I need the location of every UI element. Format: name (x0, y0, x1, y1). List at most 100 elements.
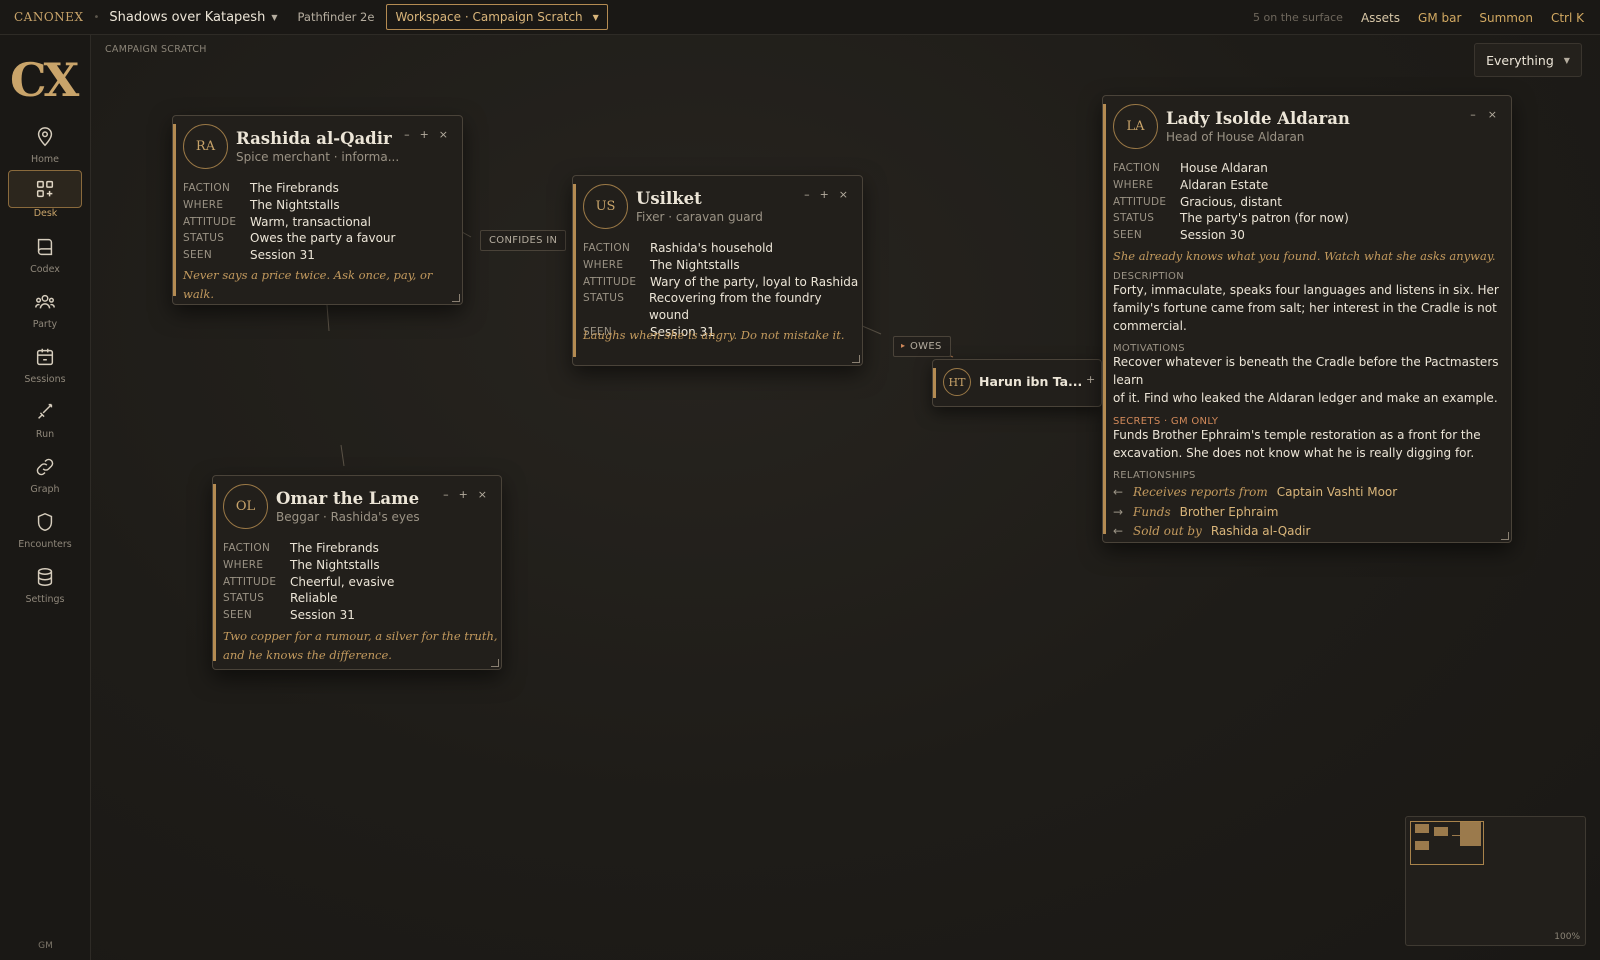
card-controls: – × (1470, 108, 1497, 121)
minimap[interactable]: 100% (1405, 816, 1586, 946)
card-title-block: Usilket Fixer · caravan guard (636, 189, 763, 224)
relationship-link[interactable]: Rashida al-Qadir (1211, 523, 1311, 540)
field-row: WHERE Aldaran Estate (1113, 177, 1269, 192)
field-row: ATTITUDE Gracious, distant (1113, 194, 1282, 209)
expand-button[interactable]: + (1086, 373, 1095, 386)
card-fields: FACTION The Firebrands WHERE The Nightstal… (223, 540, 394, 624)
edge-label-owes[interactable]: ▸ OWES (893, 336, 951, 357)
gm-bar-link[interactable]: GM bar (1418, 11, 1461, 25)
relationship-row[interactable]: ← Receives reports from Captain Vashti M… (1113, 484, 1501, 501)
sidebar-item-label: Codex (30, 263, 60, 275)
desk-canvas[interactable]: CAMPAIGN SCRATCH Everything ▼ CONFIDES I… (91, 35, 1600, 960)
field-row: FACTION House Aldaran (1113, 161, 1268, 175)
assets-link[interactable]: Assets (1361, 11, 1400, 25)
sidebar-item-party[interactable]: Party (8, 285, 82, 335)
sidebar-item-label: Settings (25, 593, 65, 605)
resize-handle[interactable] (452, 294, 460, 302)
field-row: STATUS The party's patron (for now) (1113, 211, 1349, 226)
avatar: US (583, 184, 628, 229)
card-body: FACTION House Aldaran WHERE Aldaran Estate… (1113, 160, 1501, 540)
sidebar-item-codex[interactable]: Codex (8, 230, 82, 280)
sidebar-item-sessions[interactable]: Sessions (8, 340, 82, 390)
close-button[interactable]: × (1488, 108, 1497, 121)
brand-logo[interactable]: CANONEX (14, 10, 84, 24)
arrow-left-icon: ← (1113, 524, 1124, 539)
field-row: STATUS Recovering from the foundry wound (583, 291, 822, 323)
card-title-block: Lady Isolde Aldaran Head of House Aldara… (1166, 109, 1350, 144)
card-name: Harun ibn Ta... (979, 374, 1083, 389)
command-shortcut[interactable]: Ctrl K (1551, 11, 1584, 25)
field-row: ATTITUDE Warm, transactional (183, 214, 371, 229)
summon-link[interactable]: Summon (1479, 11, 1533, 25)
book-icon (37, 238, 53, 255)
field-row: STATUS Reliable (223, 591, 338, 606)
minimize-button[interactable]: – (443, 488, 449, 501)
secrets-label: SECRETS · GM ONLY (1113, 415, 1219, 427)
expand-button[interactable]: + (420, 128, 429, 141)
avatar: HT (943, 368, 971, 396)
relationship-link[interactable]: Captain Vashti Moor (1277, 484, 1397, 501)
card-quote: Laughs when she is angry. Do not mistake… (583, 328, 845, 342)
resize-handle[interactable] (491, 659, 499, 667)
motivations-label: MOTIVATIONS (1113, 343, 1185, 355)
relationship-link[interactable]: Brother Ephraim (1180, 504, 1279, 521)
card-controls: – + × (443, 488, 487, 501)
sidebar-logo: CX (10, 53, 79, 107)
card-quote: She already knows what you found. Watch … (1113, 248, 1496, 263)
minimize-button[interactable]: – (1470, 108, 1476, 121)
card-title-block: Rashida al-Qadir Spice merchant · inform… (236, 129, 399, 164)
campaign-name: Shadows over Katapesh (109, 9, 266, 25)
sidebar-item-settings[interactable]: Settings (8, 560, 82, 610)
expand-button[interactable]: + (459, 488, 468, 501)
arrow-right-icon: ▸ (901, 341, 906, 350)
sidebar-item-label: Graph (30, 483, 60, 495)
gm-role-label: GM (38, 941, 53, 951)
edge-label-confides-in[interactable]: CONFIDES IN (480, 230, 567, 251)
sidebar-item-run[interactable]: Run (8, 395, 82, 445)
minimize-button[interactable]: – (804, 188, 810, 201)
sidebar-item-home[interactable]: Home (8, 120, 82, 170)
minimize-button[interactable]: – (404, 128, 410, 141)
shield-icon (37, 512, 53, 531)
workspace-selector[interactable]: Workspace · Campaign Scratch ▼ (386, 4, 608, 30)
field-row: WHERE The Nightstalls (183, 197, 340, 212)
npc-card-usilket[interactable]: US Usilket Fixer · caravan guard – + × F… (572, 175, 863, 366)
resize-handle[interactable] (852, 355, 860, 363)
minimap-node (1434, 827, 1448, 836)
card-header: US Usilket Fixer · caravan guard (583, 184, 763, 229)
field-row: SEEN Session 31 (223, 608, 355, 623)
npc-card-isolde[interactable]: LA Lady Isolde Aldaran Head of House Ald… (1102, 95, 1512, 543)
close-button[interactable]: × (439, 128, 448, 141)
field-row: SEEN Session 30 (1113, 228, 1245, 243)
avatar: LA (1113, 104, 1158, 149)
arrow-left-icon: ← (1113, 485, 1124, 500)
npc-card-omar[interactable]: OL Omar the Lame Beggar · Rashida's eyes… (212, 475, 502, 670)
workspace-name: Workspace · Campaign Scratch (395, 10, 583, 24)
relationships-label: RELATIONSHIPS (1113, 470, 1196, 482)
sword-icon (38, 403, 53, 419)
resize-handle[interactable] (1501, 532, 1509, 540)
close-button[interactable]: × (839, 188, 848, 201)
sidebar-item-label: Party (32, 318, 58, 330)
sidebar-item-desk[interactable] (8, 170, 82, 208)
description-label: DESCRIPTION (1113, 270, 1184, 282)
top-right-actions: 5 on the surface Assets GM bar Summon Ct… (1253, 0, 1584, 35)
card-header: LA Lady Isolde Aldaran Head of House Ald… (1113, 104, 1350, 149)
chevron-down-icon: ▼ (271, 12, 278, 22)
description-text: Forty, immaculate, speaks four languages… (1113, 282, 1499, 333)
sidebar-item-label: Home (30, 153, 60, 165)
expand-button[interactable]: + (820, 188, 829, 201)
top-bar: CANONEX • Shadows over Katapesh ▼ Pathfi… (0, 0, 1600, 35)
field-row: FACTION The Firebrands (223, 541, 379, 555)
npc-card-rashida[interactable]: RA Rashida al-Qadir Spice merchant · inf… (172, 115, 463, 305)
relationship-row[interactable]: ← Sold out by Rashida al-Qadir (1113, 523, 1501, 540)
users-icon (35, 294, 55, 309)
relationship-row[interactable]: → Funds Brother Ephraim (1113, 504, 1501, 521)
sidebar-item-encounters[interactable]: Encounters (8, 505, 82, 555)
npc-card-harun[interactable]: HT Harun ibn Ta... + (932, 359, 1102, 407)
sidebar-item-graph[interactable]: Graph (8, 450, 82, 500)
campaign-selector[interactable]: Shadows over Katapesh ▼ (109, 10, 277, 25)
close-button[interactable]: × (478, 488, 487, 501)
map-pin-icon (37, 126, 53, 146)
field-row: FACTION The Firebrands (183, 181, 339, 195)
